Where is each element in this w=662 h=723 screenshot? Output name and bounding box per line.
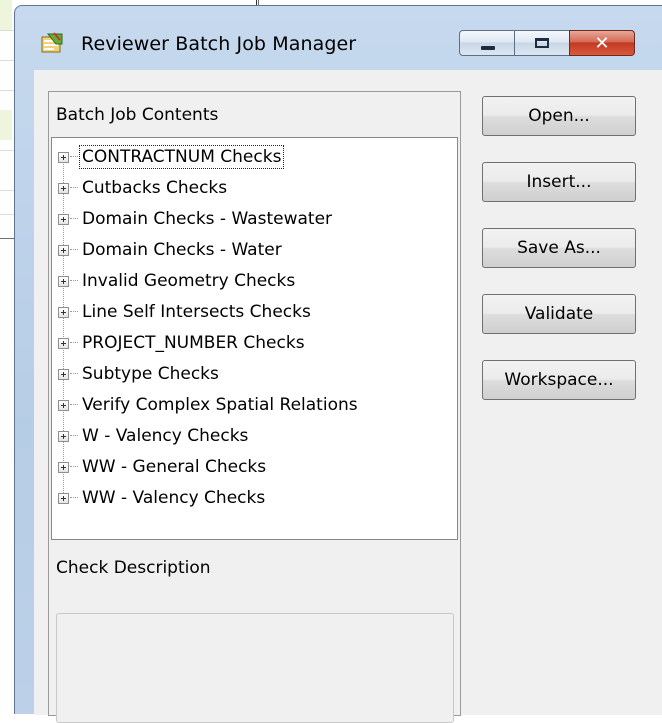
tree-item[interactable]: Subtype Checks [58, 359, 221, 389]
batch-job-tree[interactable]: CONTRACTNUM Checks Cutbacks Checks Domai… [51, 137, 458, 540]
expand-plus-icon[interactable] [58, 368, 69, 380]
tree-item[interactable]: Verify Complex Spatial Relations [58, 390, 360, 420]
tree-item[interactable]: Cutbacks Checks [58, 173, 229, 203]
tree-item-label: Verify Complex Spatial Relations [82, 395, 358, 415]
insert-button[interactable]: Insert... [482, 162, 636, 202]
tree-connector [70, 497, 78, 499]
expand-plus-icon[interactable] [58, 337, 69, 349]
tree-item[interactable]: CONTRACTNUM Checks [58, 142, 285, 172]
batch-job-contents-label: Batch Job Contents [56, 105, 219, 125]
tree-item[interactable]: PROJECT_NUMBER Checks [58, 328, 307, 358]
expand-plus-icon[interactable] [58, 399, 69, 411]
tree-connector [70, 280, 78, 282]
tree-item-label: WW - Valency Checks [82, 488, 266, 508]
tree-connector [70, 373, 78, 375]
batch-job-icon [40, 32, 64, 54]
caption-buttons: ✕ [459, 30, 647, 58]
tree-item[interactable]: Line Self Intersects Checks [58, 297, 313, 327]
tree-item[interactable]: Domain Checks - Wastewater [58, 204, 334, 234]
tree-connector [70, 187, 78, 189]
check-description-label: Check Description [56, 558, 211, 578]
tree-item-label: W - Valency Checks [82, 426, 249, 446]
tree-item-label: Subtype Checks [82, 364, 219, 384]
expand-plus-icon[interactable] [58, 461, 69, 473]
expand-plus-icon[interactable] [58, 151, 69, 163]
tree-connector [70, 404, 78, 406]
tree-item-label: Invalid Geometry Checks [82, 271, 296, 291]
workspace-button[interactable]: Workspace... [482, 360, 636, 400]
tree-item[interactable]: WW - Valency Checks [58, 483, 267, 513]
expand-plus-icon[interactable] [58, 182, 69, 194]
tree-item[interactable]: Invalid Geometry Checks [58, 266, 297, 296]
tree-item-label: PROJECT_NUMBER Checks [82, 333, 305, 353]
tree-item-label: Line Self Intersects Checks [82, 302, 311, 322]
expand-plus-icon[interactable] [58, 244, 69, 256]
dialog-client-area: Batch Job Contents CONTRACTNUM Checks Cu… [34, 70, 662, 723]
expand-plus-icon[interactable] [58, 430, 69, 442]
maximize-icon [535, 38, 549, 48]
tree-item-label: Cutbacks Checks [82, 178, 228, 198]
title-bar[interactable]: Reviewer Batch Job Manager ✕ [15, 6, 662, 72]
window-title: Reviewer Batch Job Manager [81, 33, 357, 55]
expand-plus-icon[interactable] [58, 275, 69, 287]
tree-item-label: WW - General Checks [82, 457, 267, 477]
tree-connector [70, 249, 78, 251]
check-description-field[interactable] [56, 613, 454, 723]
close-icon: ✕ [594, 33, 610, 54]
tree-item[interactable]: W - Valency Checks [58, 421, 250, 451]
minimize-icon [481, 46, 495, 50]
minimize-button[interactable] [459, 30, 515, 56]
tree-item[interactable]: Domain Checks - Water [58, 235, 284, 265]
tree-item-label: CONTRACTNUM Checks [78, 145, 285, 169]
tree-connector [70, 311, 78, 313]
tree-connector [70, 466, 78, 468]
tree-item-label: Domain Checks - Water [82, 240, 282, 260]
tree-connector [70, 218, 78, 220]
close-button[interactable]: ✕ [569, 30, 635, 56]
expand-plus-icon[interactable] [58, 306, 69, 318]
tree-connector [70, 342, 78, 344]
maximize-button[interactable] [514, 30, 570, 56]
background-row [0, 0, 12, 30]
expand-plus-icon[interactable] [58, 213, 69, 225]
tree-connector [70, 156, 78, 158]
open-button[interactable]: Open... [482, 96, 636, 136]
tree-connector [70, 435, 78, 437]
validate-button[interactable]: Validate [482, 294, 636, 334]
batch-job-contents-group: Batch Job Contents CONTRACTNUM Checks Cu… [48, 91, 461, 723]
batch-job-manager-dialog: Reviewer Batch Job Manager ✕ Batch Job C… [14, 5, 662, 723]
tree-item[interactable]: WW - General Checks [58, 452, 268, 482]
background-row [0, 110, 12, 140]
save-as-button[interactable]: Save As... [482, 228, 636, 268]
tree-item-label: Domain Checks - Wastewater [82, 209, 333, 229]
expand-plus-icon[interactable] [58, 492, 69, 504]
